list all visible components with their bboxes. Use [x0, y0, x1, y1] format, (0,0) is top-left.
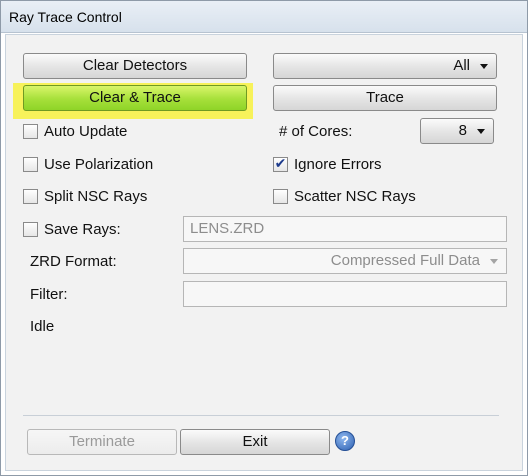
cores-value: 8: [458, 122, 467, 139]
scatter-nsc-rays-label: Scatter NSC Rays: [294, 188, 416, 205]
save-rays-checkbox[interactable]: [23, 222, 38, 237]
zrd-format-value: Compressed Full Data: [330, 252, 480, 269]
chevron-down-icon: [490, 259, 498, 264]
chevron-down-icon: [480, 64, 488, 69]
save-rays-filename-field[interactable]: LENS.ZRD: [183, 216, 507, 242]
zrd-format-dropdown[interactable]: Compressed Full Data: [183, 248, 507, 274]
ray-trace-control-window: Ray Trace Control Clear Detectors All Cl…: [0, 0, 528, 476]
use-polarization-label: Use Polarization: [44, 156, 154, 173]
cores-dropdown[interactable]: 8: [420, 118, 494, 144]
help-icon[interactable]: ?: [335, 431, 355, 451]
split-nsc-rays-checkbox[interactable]: [23, 189, 38, 204]
save-rays-label: Save Rays:: [44, 221, 121, 238]
clear-detectors-button[interactable]: Clear Detectors: [23, 53, 247, 79]
footer-divider: [23, 415, 499, 416]
zrd-format-label: ZRD Format:: [30, 253, 117, 270]
exit-button[interactable]: Exit: [180, 429, 330, 455]
scatter-nsc-rays-checkbox[interactable]: [273, 189, 288, 204]
filter-label: Filter:: [30, 286, 68, 303]
detector-select-value: All: [453, 57, 470, 74]
title-bar[interactable]: Ray Trace Control: [1, 1, 527, 33]
trace-button[interactable]: Trace: [273, 85, 497, 111]
clear-and-trace-button[interactable]: Clear & Trace: [23, 85, 247, 111]
terminate-button[interactable]: Terminate: [27, 429, 177, 455]
split-nsc-rays-label: Split NSC Rays: [44, 188, 148, 205]
use-polarization-checkbox[interactable]: [23, 157, 38, 172]
window-title: Ray Trace Control: [9, 9, 122, 25]
ignore-errors-checkbox[interactable]: ✔: [273, 155, 288, 172]
auto-update-label: Auto Update: [44, 123, 128, 140]
filter-input[interactable]: [183, 281, 507, 307]
chevron-down-icon: [477, 129, 485, 134]
check-mark-icon: ✔: [274, 155, 287, 171]
cores-label: # of Cores:: [279, 123, 353, 140]
ignore-errors-label: Ignore Errors: [294, 156, 382, 173]
detector-select-dropdown[interactable]: All: [273, 53, 497, 79]
auto-update-checkbox[interactable]: [23, 124, 38, 139]
status-text: Idle: [30, 318, 55, 335]
